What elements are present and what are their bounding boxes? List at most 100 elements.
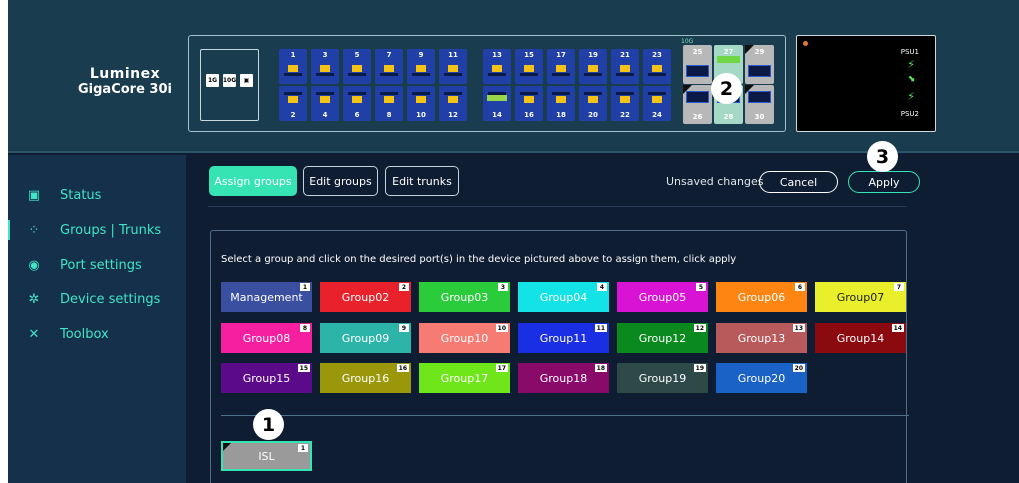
group-button-2[interactable]: Group02 2 [320, 282, 411, 312]
sfp-icon: ▣ [240, 74, 253, 87]
sidebar-item-label: Port settings [60, 257, 142, 273]
port-11[interactable]: 11 [439, 49, 467, 84]
port-led [416, 96, 426, 103]
group-button-17[interactable]: Group17 17 [419, 363, 510, 393]
port-12[interactable]: 12 [439, 86, 467, 121]
port-23[interactable]: 23 [643, 49, 671, 84]
port-10[interactable]: 10 [407, 86, 435, 121]
port-number: 19 [588, 51, 598, 59]
group-button-11[interactable]: Group11 11 [518, 323, 609, 353]
group-button-18[interactable]: Group18 18 [518, 363, 609, 393]
sidebar-item-toolbox[interactable]: ✕ Toolbox [8, 320, 186, 348]
sidebar: ▣ Status ⁘ Groups | Trunks ◉ Port settin… [8, 155, 186, 483]
gear-icon: ✲ [28, 291, 40, 307]
port-5[interactable]: 5 [343, 49, 371, 84]
port-socket [348, 92, 366, 95]
port-socket [444, 92, 462, 95]
sfp-port-30[interactable]: 30 [745, 85, 774, 124]
port-20[interactable]: 20 [579, 86, 607, 121]
group-button-14[interactable]: Group14 14 [815, 323, 906, 353]
sidebar-item-status[interactable]: ▣ Status [8, 181, 186, 209]
port-socket [584, 73, 602, 76]
port-number: 21 [620, 51, 630, 59]
port-number: 30 [754, 113, 765, 121]
group-button-16[interactable]: Group16 16 [320, 363, 411, 393]
port-socket [316, 73, 334, 76]
port-number: 5 [354, 51, 360, 59]
port-number: 14 [492, 111, 502, 119]
port-led [384, 96, 394, 103]
port-number: 17 [556, 51, 566, 59]
port-socket [412, 73, 430, 76]
port-19[interactable]: 19 [579, 49, 607, 84]
sfp-cage [686, 65, 709, 77]
port-16[interactable]: 16 [515, 86, 543, 121]
port-number: 9 [418, 51, 424, 59]
group-button-5[interactable]: Group05 5 [617, 282, 708, 312]
sidebar-item-port-settings[interactable]: ◉ Port settings [8, 251, 186, 279]
group-button-1[interactable]: Management 1 [221, 282, 312, 312]
port-led [652, 65, 662, 72]
sidebar-item-groups-trunks[interactable]: ⁘ Groups | Trunks [8, 216, 186, 244]
status-icon: ▣ [27, 187, 41, 203]
port-17[interactable]: 17 [547, 49, 575, 84]
port-15[interactable]: 15 [515, 49, 543, 84]
group-button-13[interactable]: Group13 13 [716, 323, 807, 353]
port-1[interactable]: 1 [279, 49, 307, 84]
group-button-19[interactable]: Group19 19 [617, 363, 708, 393]
port-14[interactable]: 14 [483, 86, 511, 121]
port-4[interactable]: 4 [311, 86, 339, 121]
port-led [524, 96, 534, 103]
group-button-3[interactable]: Group03 3 [419, 282, 510, 312]
group-button-10[interactable]: Group10 10 [419, 323, 510, 353]
port-number: 26 [692, 113, 703, 121]
port-led [320, 96, 330, 103]
tab-assign-groups[interactable]: Assign groups [209, 166, 297, 196]
port-22[interactable]: 22 [611, 86, 639, 121]
group-button-6[interactable]: Group06 6 [716, 282, 807, 312]
group-label: Group20 [737, 371, 786, 385]
unsaved-changes-label: Unsaved changes [666, 175, 764, 188]
tab-edit-trunks[interactable]: Edit trunks [385, 166, 459, 196]
port-number: 27 [723, 48, 734, 56]
selected-corner-marker [223, 443, 231, 451]
corner-marker [745, 45, 754, 54]
port-13[interactable]: 13 [483, 49, 511, 84]
sidebar-item-device-settings[interactable]: ✲ Device settings [8, 285, 186, 313]
sfp-port-26[interactable]: 26 [683, 85, 712, 124]
port-3[interactable]: 3 [311, 49, 339, 84]
brand-name: Luminex [89, 66, 161, 82]
port-socket [552, 73, 570, 76]
group-button-12[interactable]: Group12 12 [617, 323, 708, 353]
port-24[interactable]: 24 [643, 86, 671, 121]
port-21[interactable]: 21 [611, 49, 639, 84]
port-8[interactable]: 8 [375, 86, 403, 121]
apply-button[interactable]: Apply [848, 171, 920, 193]
group-button-4[interactable]: Group04 4 [518, 282, 609, 312]
group-number-badge: 1 [300, 283, 310, 291]
group-button-7[interactable]: Group07 7 [815, 282, 906, 312]
cancel-button[interactable]: Cancel [759, 171, 838, 193]
sfp-port-25[interactable]: 25 [683, 45, 712, 84]
sidebar-item-label: Groups | Trunks [60, 222, 162, 238]
group-button-15[interactable]: Group15 15 [221, 363, 312, 393]
port-9[interactable]: 9 [407, 49, 435, 84]
port-18[interactable]: 18 [547, 86, 575, 121]
port-7[interactable]: 7 [375, 49, 403, 84]
port-2[interactable]: 2 [279, 86, 307, 121]
port-led [320, 65, 330, 72]
port-6[interactable]: 6 [343, 86, 371, 121]
port-led [384, 65, 394, 72]
group-button-9[interactable]: Group09 9 [320, 323, 411, 353]
group-number-badge: 11 [594, 324, 607, 332]
isl-group-button[interactable]: ISL 1 [221, 441, 312, 471]
port-socket [316, 92, 334, 95]
port-led [588, 96, 598, 103]
group-number-badge: 9 [399, 324, 409, 332]
sfp-port-29[interactable]: 29 [745, 45, 774, 84]
group-button-8[interactable]: Group08 8 [221, 323, 312, 353]
group-button-20[interactable]: Group20 20 [716, 363, 807, 393]
speed-10g-icon: 10G [223, 74, 236, 87]
group-number-badge: 18 [594, 364, 607, 372]
tab-edit-groups[interactable]: Edit groups [303, 166, 378, 196]
